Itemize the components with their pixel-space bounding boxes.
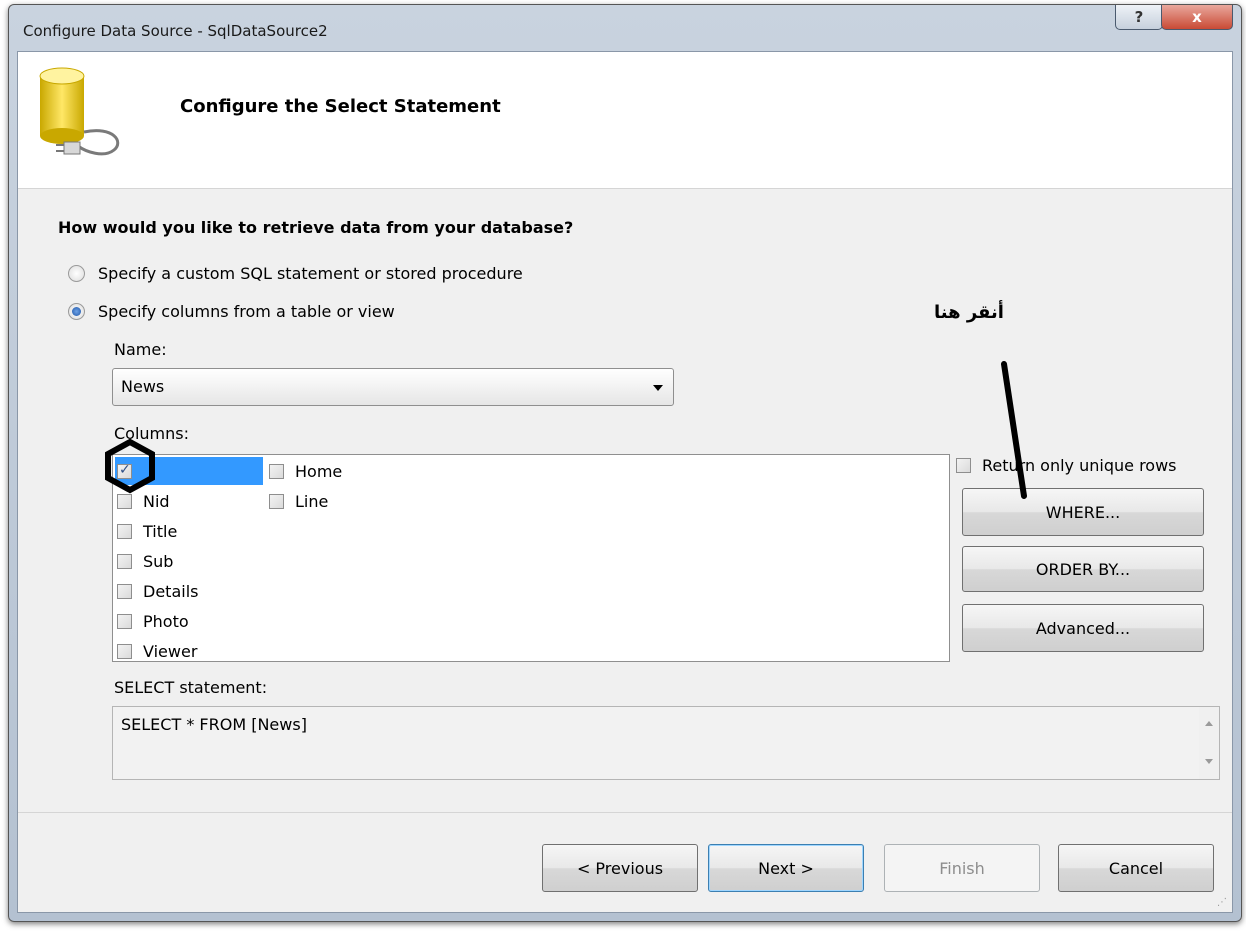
finish-button: Finish — [884, 844, 1040, 892]
columns-checklist[interactable]: ✓ * Nid Title Sub Details Photo Viewer H… — [112, 454, 950, 662]
next-button[interactable]: Next > — [708, 844, 864, 892]
database-plug-icon — [39, 67, 120, 156]
select-statement-value: SELECT * FROM [News] — [121, 715, 307, 734]
radio-custom-sql[interactable]: Specify a custom SQL statement or stored… — [68, 264, 523, 283]
scroll-down-arrow-icon[interactable] — [1205, 759, 1213, 764]
window-title: Configure Data Source - SqlDataSource2 — [23, 22, 328, 40]
checkbox[interactable] — [117, 523, 132, 539]
checkbox[interactable] — [117, 613, 132, 629]
select-statement-label: SELECT statement: — [114, 678, 268, 697]
column-item-viewer[interactable]: Viewer — [117, 639, 198, 661]
column-label: Line — [295, 491, 329, 511]
checkbox[interactable] — [117, 493, 132, 509]
checkbox[interactable] — [269, 493, 284, 509]
cancel-button[interactable]: Cancel — [1058, 844, 1214, 892]
annotation-arrow-line — [1001, 361, 1027, 499]
checkbox[interactable] — [956, 458, 971, 473]
column-item-details[interactable]: Details — [117, 579, 198, 603]
footer-divider — [18, 812, 1232, 813]
resize-grip-icon[interactable]: ⋰ — [1217, 897, 1228, 908]
select-statement-textbox[interactable]: SELECT * FROM [News] — [112, 706, 1220, 780]
radio-button[interactable] — [68, 265, 85, 282]
column-label: Title — [143, 521, 178, 541]
dialog-client-area: Configure the Select Statement How would… — [17, 51, 1233, 913]
unique-rows-checkbox[interactable]: Return only unique rows — [956, 456, 1177, 475]
radio-label: Specify columns from a table or view — [98, 302, 395, 321]
wizard-header: Configure the Select Statement — [18, 52, 1232, 189]
dialog-window: Configure Data Source - SqlDataSource2 ?… — [8, 4, 1242, 922]
checkbox[interactable] — [117, 583, 132, 599]
column-item-sub[interactable]: Sub — [117, 549, 173, 573]
column-item-title[interactable]: Title — [117, 519, 177, 543]
table-name-dropdown[interactable]: News — [112, 368, 674, 406]
radio-specify-columns[interactable]: Specify columns from a table or view — [68, 302, 395, 321]
table-name-value: News — [121, 377, 165, 396]
previous-button[interactable]: < Previous — [542, 844, 698, 892]
annotation-text: أنقر هنا — [934, 302, 1004, 323]
hexagon-highlight-icon — [105, 438, 155, 494]
column-label: Details — [143, 581, 199, 601]
advanced-button[interactable]: Advanced... — [962, 604, 1204, 652]
column-label: Viewer — [143, 641, 198, 661]
wizard-step-title: Configure the Select Statement — [180, 96, 501, 117]
radio-button-selected[interactable] — [68, 303, 85, 320]
column-label: Home — [295, 461, 343, 481]
column-item-photo[interactable]: Photo — [117, 609, 189, 633]
checkbox[interactable] — [117, 643, 132, 659]
checkbox[interactable] — [117, 553, 132, 569]
column-label: Nid — [143, 491, 170, 511]
title-bar[interactable]: Configure Data Source - SqlDataSource2 ?… — [9, 5, 1241, 47]
name-label: Name: — [114, 340, 167, 359]
column-label: Photo — [143, 611, 189, 631]
chevron-down-icon — [653, 385, 663, 391]
column-label: Sub — [143, 551, 174, 571]
order-by-button[interactable]: ORDER BY... — [962, 546, 1204, 592]
help-button[interactable]: ? — [1115, 5, 1163, 30]
close-button[interactable]: x — [1161, 5, 1233, 30]
vertical-scrollbar[interactable] — [1199, 707, 1219, 779]
column-item-home[interactable]: Home — [269, 459, 342, 483]
radio-label: Specify a custom SQL statement or stored… — [98, 264, 523, 283]
question-label: How would you like to retrieve data from… — [58, 218, 574, 237]
checkbox[interactable] — [269, 463, 284, 479]
scroll-up-arrow-icon[interactable] — [1205, 721, 1213, 726]
column-item-line[interactable]: Line — [269, 489, 328, 513]
